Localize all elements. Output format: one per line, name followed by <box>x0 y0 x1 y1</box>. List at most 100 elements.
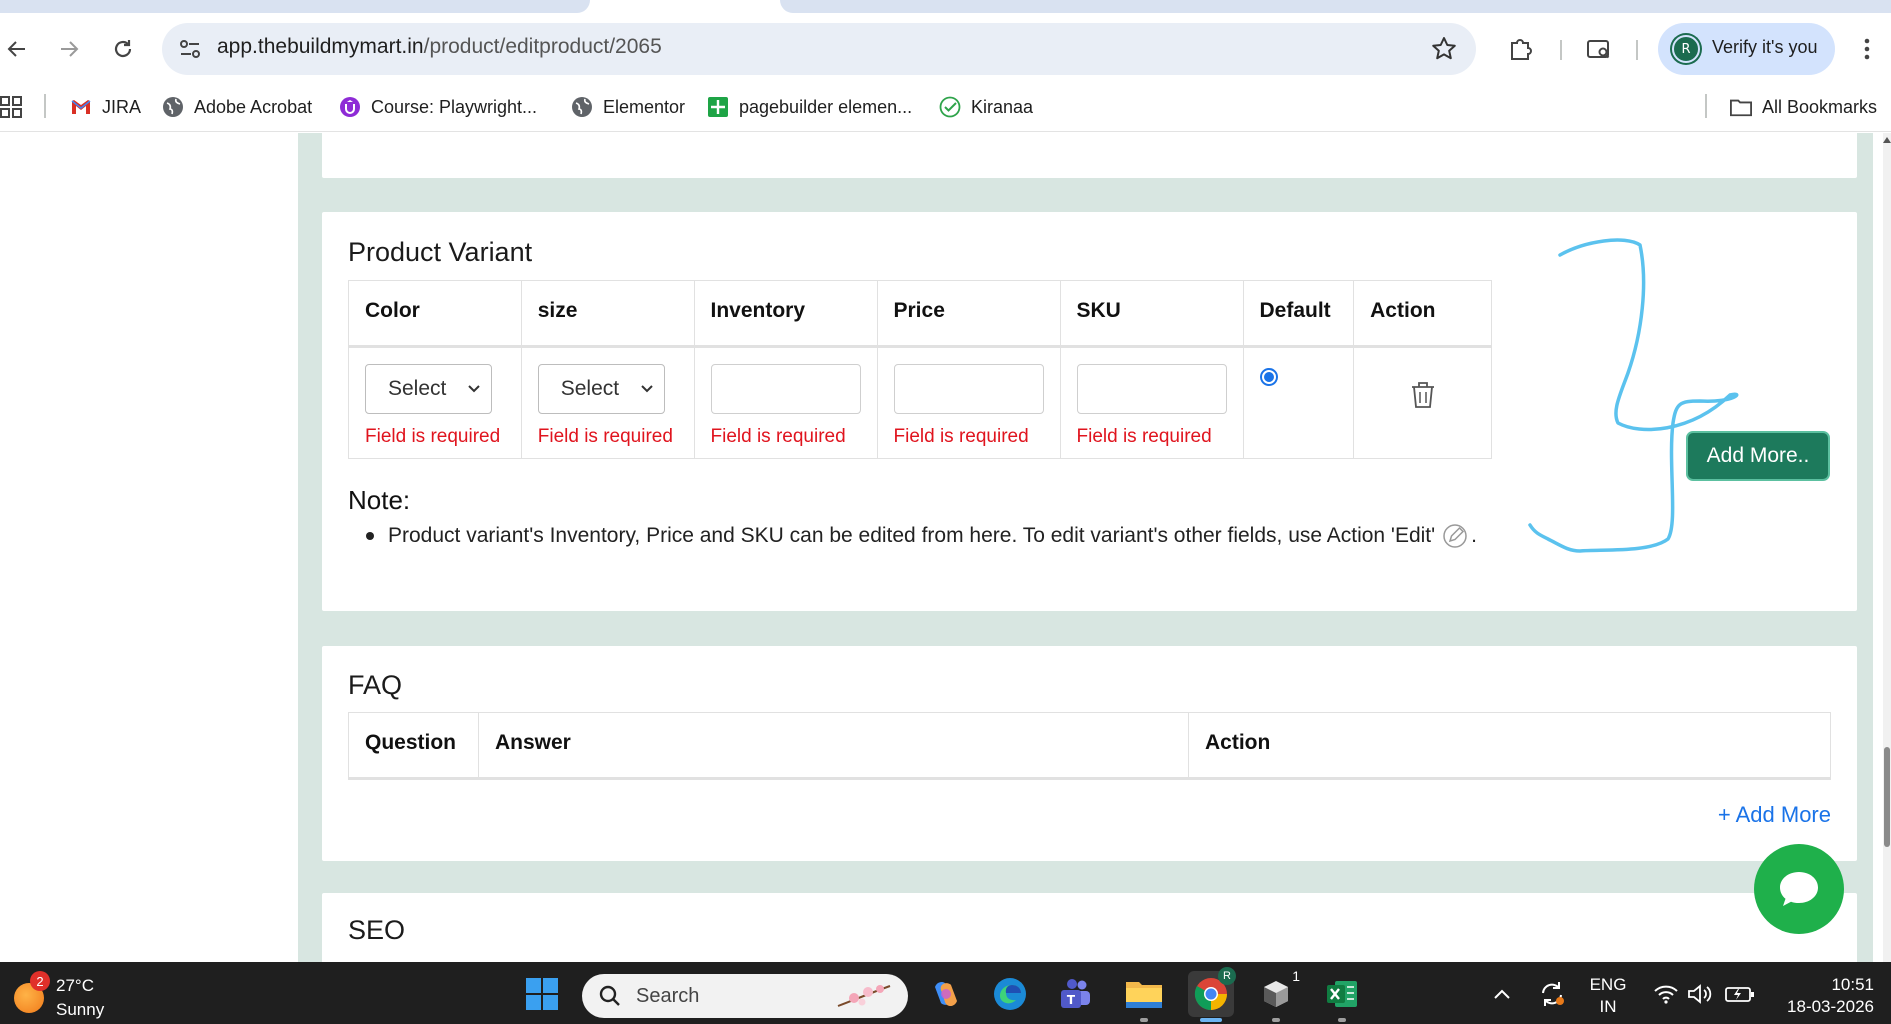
default-radio[interactable] <box>1259 368 1278 386</box>
reload-button[interactable] <box>106 32 140 66</box>
reload-icon <box>114 40 132 58</box>
browser-menu-button[interactable] <box>1854 32 1880 66</box>
bookmark-divider <box>44 94 46 118</box>
error-message: Field is required <box>710 426 846 447</box>
taskbar-teams[interactable]: T <box>1056 974 1096 1014</box>
size-select[interactable]: Select <box>537 364 665 414</box>
windows-logo-icon <box>526 978 558 1010</box>
taskbar-excel[interactable] <box>1322 974 1362 1014</box>
add-more-faq-link[interactable]: + Add More <box>1718 802 1831 828</box>
size-cell: Select Field is required <box>520 346 695 459</box>
page-viewport: Product Variant Color size Inventory Pri… <box>0 133 1891 962</box>
sync-icon <box>1542 982 1564 1006</box>
sun-icon: 2 <box>14 971 50 1013</box>
bookmark-jira[interactable]: JIRA <box>70 92 141 122</box>
clock-time: 10:51 <box>1831 975 1874 994</box>
profile-avatar: R <box>1672 35 1700 63</box>
default-cell <box>1242 346 1355 459</box>
clock-date: 18-03-2026 <box>1787 997 1874 1016</box>
globe-icon <box>162 96 184 118</box>
globe-icon <box>571 96 593 118</box>
apps-button[interactable] <box>0 92 22 122</box>
address-bar[interactable]: app.thebuildmymart.in/product/editproduc… <box>162 23 1476 75</box>
running-indicator <box>1140 1018 1148 1022</box>
udemy-icon <box>339 96 361 118</box>
wifi-icon <box>1654 985 1678 1004</box>
verify-profile-button[interactable]: R Verify it's you <box>1658 23 1835 75</box>
notification-badge: 2 <box>30 971 50 991</box>
running-indicator-active <box>1200 1018 1222 1022</box>
seo-card: SEO <box>322 893 1857 962</box>
extensions-button[interactable] <box>1503 32 1537 66</box>
inventory-input[interactable] <box>710 364 861 414</box>
weather-widget[interactable]: 2 27°C Sunny <box>14 971 104 1022</box>
color-select[interactable]: Select <box>365 364 492 414</box>
variant-table: Color size Inventory Price SKU Default A… <box>348 280 1492 459</box>
taskbar-edge[interactable] <box>990 974 1030 1014</box>
price-input[interactable] <box>893 364 1044 414</box>
tab-search-button[interactable] <box>1582 32 1616 66</box>
bookmark-adobe-acrobat[interactable]: Adobe Acrobat <box>162 92 312 122</box>
site-info-icon[interactable] <box>176 35 204 63</box>
language-indicator[interactable]: ENG IN <box>1588 974 1628 1018</box>
bullet-dot <box>366 532 374 540</box>
show-hidden-icons-button[interactable] <box>1482 974 1522 1014</box>
all-bookmarks-button[interactable]: All Bookmarks <box>1730 92 1877 122</box>
bookmark-kiranaa[interactable]: Kiranaa <box>939 92 1033 122</box>
forward-button[interactable] <box>52 32 86 66</box>
bookmark-pagebuilder[interactable]: pagebuilder elemen... <box>707 92 912 122</box>
bookmark-star-icon[interactable] <box>1430 35 1458 63</box>
tab-strip <box>0 0 1891 14</box>
url-text[interactable]: app.thebuildmymart.in/product/editproduc… <box>217 35 662 59</box>
sku-input[interactable] <box>1076 364 1227 414</box>
section-title: SEO <box>348 915 406 945</box>
inventory-cell: Field is required <box>693 346 878 459</box>
browser-toolbar: app.thebuildmymart.in/product/editproduc… <box>0 14 1891 82</box>
column-header: SKU <box>1059 280 1244 348</box>
inactive-tab-right[interactable] <box>780 0 1891 13</box>
edge-icon <box>994 978 1026 1010</box>
delete-variant-button[interactable] <box>1370 380 1475 410</box>
taskbar-cube-app[interactable]: 1 <box>1256 968 1300 1014</box>
column-header: Default <box>1242 280 1355 348</box>
chevron-down-icon <box>641 385 653 393</box>
bookmark-label: Elementor <box>603 96 686 117</box>
taskbar-copilot[interactable] <box>926 974 966 1014</box>
back-button[interactable] <box>0 32 34 66</box>
system-clock[interactable]: 10:51 18-03-2026 <box>1787 974 1874 1018</box>
sku-cell: Field is required <box>1059 346 1244 459</box>
scrollbar-thumb[interactable] <box>1884 747 1890 847</box>
error-message: Field is required <box>1076 426 1212 447</box>
taskbar-file-explorer[interactable] <box>1124 974 1164 1014</box>
bookmark-label: Adobe Acrobat <box>194 96 313 117</box>
folder-icon <box>1126 982 1162 1008</box>
previous-section-card <box>322 133 1857 178</box>
taskbar-search[interactable]: Search <box>582 974 908 1018</box>
arrow-right-icon <box>61 41 79 57</box>
sync-status-button[interactable] <box>1532 974 1572 1014</box>
column-header: Price <box>876 280 1061 348</box>
inactive-tab-left[interactable] <box>0 0 590 13</box>
battery-button[interactable] <box>1720 974 1760 1014</box>
arrow-left-icon <box>7 41 25 57</box>
bookmark-elementor[interactable]: Elementor <box>571 92 685 122</box>
folder-icon <box>1730 96 1752 118</box>
column-header: Action <box>1353 280 1492 348</box>
bookmark-label: Kiranaa <box>971 96 1034 117</box>
bookmark-label: pagebuilder elemen... <box>739 96 913 117</box>
volume-button[interactable] <box>1680 974 1720 1014</box>
app-count-badge: 1 <box>1292 968 1300 984</box>
start-button[interactable] <box>522 974 562 1014</box>
table-header-row: Question Answer Action <box>348 712 1831 780</box>
temperature: 27°C <box>56 976 94 995</box>
note-suffix: . <box>1471 524 1477 547</box>
bookmark-divider <box>1705 94 1707 118</box>
taskbar-chrome[interactable]: R <box>1188 967 1236 1017</box>
scroll-up-icon[interactable] <box>1883 135 1891 145</box>
add-more-variant-button[interactable]: Add More.. <box>1686 431 1830 481</box>
speaker-icon <box>1688 984 1712 1004</box>
bookmark-label: JIRA <box>102 96 142 117</box>
chat-widget-button[interactable] <box>1754 844 1844 934</box>
bookmark-course-playwright[interactable]: Course: Playwright... <box>339 92 537 122</box>
language-code: ENG <box>1589 975 1627 994</box>
